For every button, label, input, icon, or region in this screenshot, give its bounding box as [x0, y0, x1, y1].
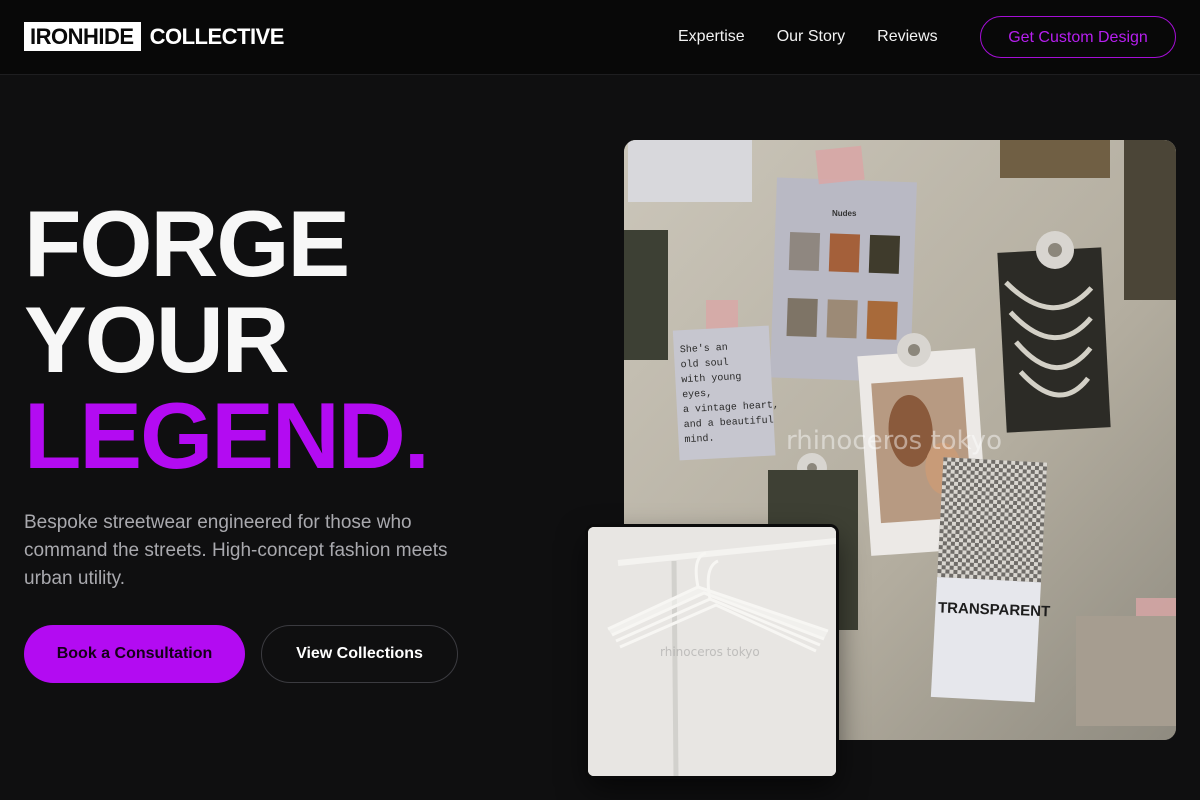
nav-link-reviews[interactable]: Reviews — [877, 26, 937, 48]
moodboard-palette-title: Nudes — [832, 209, 857, 218]
site-header: IRONHIDE COLLECTIVE Expertise Our Story … — [0, 0, 1200, 75]
view-collections-button[interactable]: View Collections — [261, 625, 458, 683]
hanger-watermark: rhinoceros tokyo — [660, 645, 760, 659]
brand-logo[interactable]: IRONHIDE COLLECTIVE — [24, 22, 284, 51]
moodboard-note-line: eyes, — [682, 389, 713, 402]
hero-title-line-3: LEGEND. — [24, 383, 430, 488]
book-consultation-button[interactable]: Book a Consultation — [24, 625, 245, 683]
nav-link-our-story[interactable]: Our Story — [777, 26, 845, 48]
logo-box-text: IRONHIDE — [24, 22, 141, 51]
hero-title: FORGE YOUR LEGEND. — [24, 191, 430, 488]
moodboard-watermark: rhinoceros tokyo — [786, 426, 1002, 456]
moodboard-note-line: She's an — [680, 342, 729, 356]
main-nav: Expertise Our Story Reviews — [678, 26, 970, 48]
moodboard-note-line: old soul — [680, 357, 729, 371]
moodboard-note-line: mind. — [684, 433, 715, 447]
get-custom-design-button[interactable]: Get Custom Design — [980, 16, 1176, 58]
hanger-photo: rhinoceros tokyo — [588, 527, 836, 776]
nav-link-expertise[interactable]: Expertise — [678, 26, 745, 48]
hero-title-line-1: FORGE — [24, 191, 350, 296]
hero-title-line-2: YOUR — [24, 287, 290, 392]
logo-text: COLLECTIVE — [149, 24, 285, 49]
hero-subtitle: Bespoke streetwear engineered for those … — [24, 512, 448, 589]
